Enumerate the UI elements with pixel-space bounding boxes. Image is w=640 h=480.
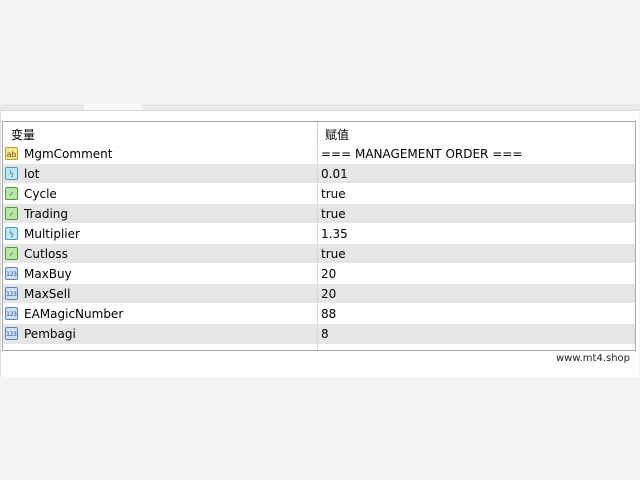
variable-value[interactable]: 0.01 bbox=[321, 167, 348, 181]
top-blank-area bbox=[0, 0, 640, 104]
parameters-table: 变量 赋值 ab MgmComment === MANAGEMENT ORDER… bbox=[2, 121, 636, 351]
variable-name: Cycle bbox=[24, 187, 57, 201]
variable-name: Pembagi bbox=[24, 327, 76, 341]
variable-value[interactable]: true bbox=[321, 187, 346, 201]
table-row[interactable]: ½ Multiplier 1.35 bbox=[3, 223, 635, 244]
int-icon: 123 bbox=[5, 267, 18, 280]
int-icon: 123 bbox=[5, 327, 18, 340]
column-header-variable[interactable]: 变量 bbox=[11, 126, 35, 143]
variable-value[interactable]: === MANAGEMENT ORDER === bbox=[321, 147, 522, 161]
table-row[interactable]: 123 EAMagicNumber 88 bbox=[3, 303, 635, 324]
variable-value[interactable]: true bbox=[321, 247, 346, 261]
variable-value[interactable]: 20 bbox=[321, 267, 336, 281]
bool-icon: ✓ bbox=[5, 247, 18, 260]
table-row[interactable]: ✓ Cutloss true bbox=[3, 243, 635, 264]
int-icon: 123 bbox=[5, 287, 18, 300]
string-icon: ab bbox=[5, 147, 18, 160]
table-row[interactable]: 123 Pembagi 8 bbox=[3, 323, 635, 344]
table-row[interactable]: ✓ Cycle true bbox=[3, 183, 635, 204]
table-row[interactable]: ab MgmComment === MANAGEMENT ORDER === bbox=[3, 143, 635, 164]
double-icon: ½ bbox=[5, 167, 18, 180]
inputs-panel: 变量 赋值 ab MgmComment === MANAGEMENT ORDER… bbox=[0, 110, 639, 377]
variable-name: Multiplier bbox=[24, 227, 80, 241]
bool-icon: ✓ bbox=[5, 187, 18, 200]
column-header-value[interactable]: 赋值 bbox=[325, 126, 349, 143]
double-icon: ½ bbox=[5, 227, 18, 240]
variable-name: MaxSell bbox=[24, 287, 71, 301]
column-separator bbox=[317, 143, 318, 350]
variable-value[interactable]: true bbox=[321, 207, 346, 221]
bool-icon: ✓ bbox=[5, 207, 18, 220]
variable-value[interactable]: 88 bbox=[321, 307, 336, 321]
table-row[interactable]: 123 MaxSell 20 bbox=[3, 283, 635, 304]
variable-name: MgmComment bbox=[24, 147, 113, 161]
table-row[interactable]: 123 MaxBuy 20 bbox=[3, 263, 635, 284]
table-row[interactable]: ½ lot 0.01 bbox=[3, 163, 635, 184]
bottom-blank-area bbox=[0, 377, 640, 480]
variable-value[interactable]: 8 bbox=[321, 327, 329, 341]
table-row[interactable]: ✓ Trading true bbox=[3, 203, 635, 224]
variable-value[interactable]: 20 bbox=[321, 287, 336, 301]
variable-value[interactable]: 1.35 bbox=[321, 227, 348, 241]
variable-name: lot bbox=[24, 167, 40, 181]
variable-name: Cutloss bbox=[24, 247, 68, 261]
table-header: 变量 赋值 bbox=[3, 122, 635, 143]
int-icon: 123 bbox=[5, 307, 18, 320]
variable-name: EAMagicNumber bbox=[24, 307, 124, 321]
column-divider[interactable] bbox=[317, 122, 318, 143]
variable-name: Trading bbox=[24, 207, 69, 221]
watermark-text: www.mt4.shop bbox=[556, 353, 631, 364]
variable-name: MaxBuy bbox=[24, 267, 72, 281]
